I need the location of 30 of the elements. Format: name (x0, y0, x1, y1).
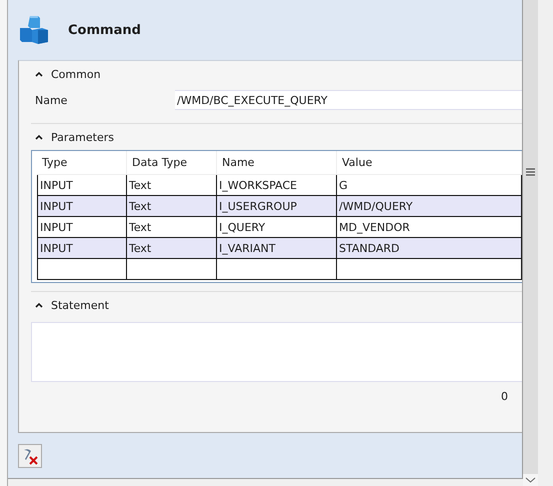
table-cell: INPUT (37, 217, 127, 238)
table-cell: I_USERGROUP (217, 196, 337, 217)
scroll-down-icon[interactable] (523, 474, 538, 486)
caret-up-icon[interactable] (35, 302, 43, 308)
table-cell: STANDARD (337, 238, 522, 259)
clear-tool-button[interactable] (18, 444, 42, 468)
name-field[interactable]: /WMD/BC_EXECUTE_QUERY (175, 90, 522, 110)
table-cell: MD_VENDOR (337, 217, 522, 238)
character-count: 0 (501, 390, 508, 403)
table-cell: Text (127, 175, 217, 196)
table-cell: Text (127, 217, 217, 238)
scroll-grip-icon[interactable] (526, 168, 535, 176)
table-cell: Text (127, 238, 217, 259)
section-title: Common (51, 68, 101, 80)
table-cell: INPUT (37, 238, 127, 259)
table-cell: I_QUERY (217, 217, 337, 238)
caret-up-icon[interactable] (35, 134, 43, 140)
table-cell: G (337, 175, 522, 196)
table-cell: I_WORKSPACE (217, 175, 337, 196)
section-title: Statement (51, 298, 109, 312)
section-title: Parameters (51, 130, 114, 144)
table-cell: /WMD/QUERY (337, 196, 522, 217)
table-cell: Text (127, 196, 217, 217)
statement-field[interactable] (31, 322, 522, 382)
table-cell: INPUT (37, 175, 127, 196)
caret-up-icon[interactable] (35, 71, 43, 77)
table-cell: I_VARIANT (217, 238, 337, 259)
table-cell: INPUT (37, 196, 127, 217)
panel-title: Command (68, 22, 141, 38)
field-label: Name (34, 94, 68, 106)
